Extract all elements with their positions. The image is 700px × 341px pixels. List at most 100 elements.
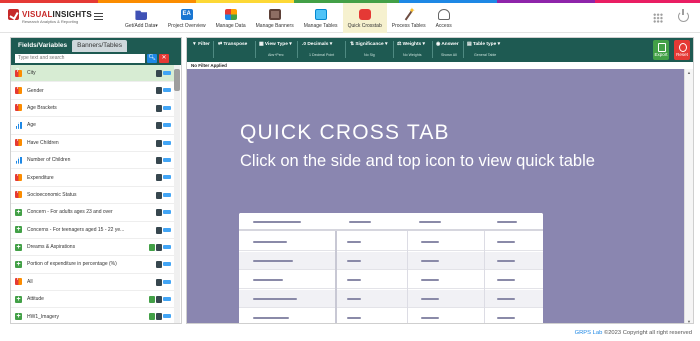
scrollbar-thumb[interactable] bbox=[174, 69, 180, 91]
nav-process-tables[interactable]: Process Tables bbox=[387, 3, 431, 33]
toolbar-divider bbox=[393, 41, 394, 58]
list-item[interactable]: + Concerns - For teenagers aged 15 - 22 … bbox=[11, 222, 175, 239]
clear-search-button[interactable]: ✕ bbox=[159, 53, 169, 63]
nav-get-add-data[interactable]: Get/Add Data▾ bbox=[120, 3, 163, 33]
transpose-button[interactable]: ⇄ Transpose bbox=[218, 42, 247, 47]
categorical-icon bbox=[15, 85, 22, 95]
decimals-dropdown[interactable]: .0 Decimals ▾ bbox=[302, 42, 332, 47]
variable-list-scrollbar[interactable] bbox=[174, 65, 180, 323]
side-badge-icon[interactable] bbox=[156, 278, 162, 286]
menu-toggle-icon[interactable] bbox=[94, 13, 103, 20]
list-item[interactable]: Number of Children bbox=[11, 152, 175, 170]
list-item[interactable]: Age Brackets bbox=[11, 100, 175, 118]
side-badge-icon[interactable] bbox=[156, 122, 162, 130]
scroll-down-icon[interactable]: ▼ bbox=[687, 319, 691, 323]
preview-column-divider bbox=[484, 231, 485, 323]
top-badge-icon[interactable] bbox=[163, 140, 171, 145]
preview-placeholder-line bbox=[253, 260, 293, 262]
expand-group-icon[interactable]: + bbox=[15, 313, 22, 321]
top-badge-icon[interactable] bbox=[163, 314, 171, 319]
preview-placeholder-line bbox=[421, 298, 439, 300]
list-item[interactable]: Socioeconomic Status bbox=[11, 187, 175, 205]
workspace-scrollbar[interactable]: ▲ ▼ bbox=[684, 69, 693, 323]
search-button[interactable]: 🔍︎ bbox=[147, 53, 157, 63]
top-badge-icon[interactable] bbox=[163, 297, 171, 302]
top-badge-icon[interactable] bbox=[163, 105, 171, 110]
categorical-icon bbox=[15, 172, 22, 182]
side-badge-icon[interactable] bbox=[156, 139, 162, 147]
side-badge-icon[interactable] bbox=[156, 243, 162, 251]
list-item[interactable]: + Portion of expenditure in percentage (… bbox=[11, 256, 175, 274]
view-type-dropdown[interactable]: ▦ View Type ▾ bbox=[259, 42, 292, 47]
side-badge-icon[interactable] bbox=[156, 296, 162, 304]
nav-manage-data[interactable]: Manage Data bbox=[211, 3, 251, 33]
footer-brand-link[interactable]: GRPS Lab bbox=[575, 330, 603, 336]
side-badge-icon[interactable] bbox=[156, 174, 162, 182]
top-badge-icon[interactable] bbox=[163, 262, 171, 267]
decimals-value: 1 Decimal Point bbox=[309, 53, 335, 57]
top-badge-icon[interactable] bbox=[163, 88, 171, 93]
list-item[interactable]: + Dreams & Aspirations bbox=[11, 239, 175, 257]
toolbar-divider bbox=[297, 41, 298, 58]
nav-quick-crosstab[interactable]: Quick Crosstab bbox=[342, 3, 387, 33]
filter-button[interactable]: ▼ Filter bbox=[192, 42, 210, 47]
side-badge-icon[interactable] bbox=[156, 313, 162, 321]
grid-badge-icon[interactable] bbox=[149, 243, 155, 251]
side-badge-icon[interactable] bbox=[156, 70, 162, 77]
reset-button[interactable]: Reset bbox=[674, 40, 690, 60]
list-item[interactable]: Age bbox=[11, 117, 175, 135]
top-badge-icon[interactable] bbox=[163, 175, 171, 180]
tab-banners-tables[interactable]: Banners/Tables bbox=[72, 40, 127, 52]
answer-button[interactable]: ◉ Answer bbox=[436, 42, 459, 47]
list-item[interactable]: + HW1_Imagery bbox=[11, 308, 175, 323]
nav-project-overview[interactable]: EA Project Overview bbox=[163, 3, 211, 33]
side-badge-icon[interactable] bbox=[156, 261, 162, 269]
expand-group-icon[interactable]: + bbox=[15, 226, 22, 234]
top-badge-icon[interactable] bbox=[163, 71, 171, 75]
tab-fields-variables[interactable]: Fields/Variables bbox=[13, 40, 73, 52]
variable-search-input[interactable] bbox=[15, 53, 145, 63]
expand-group-icon[interactable]: + bbox=[15, 208, 22, 216]
apps-grid-icon[interactable] bbox=[653, 13, 663, 23]
top-badge-icon[interactable] bbox=[163, 192, 171, 197]
side-badge-icon[interactable] bbox=[156, 191, 162, 199]
list-item[interactable]: Gender bbox=[11, 82, 175, 100]
list-item[interactable]: Have Children bbox=[11, 135, 175, 152]
preview-placeholder-line bbox=[497, 279, 515, 281]
expand-group-icon[interactable]: + bbox=[15, 260, 22, 268]
expand-group-icon[interactable]: + bbox=[15, 243, 22, 251]
grid-badge-icon[interactable] bbox=[149, 296, 155, 304]
table-type-dropdown[interactable]: ▤ Table type ▾ bbox=[467, 42, 500, 47]
significance-dropdown[interactable]: ⇅ Significance ▾ bbox=[350, 42, 387, 47]
logo-check-icon bbox=[8, 9, 19, 20]
list-item[interactable]: + Attitude bbox=[11, 291, 175, 309]
list-item[interactable]: Expenditure bbox=[11, 169, 175, 187]
top-badge-icon[interactable] bbox=[163, 227, 171, 232]
top-badge-icon[interactable] bbox=[163, 210, 171, 215]
grid-badge-icon[interactable] bbox=[149, 313, 155, 321]
nav-manage-banners[interactable]: Manage Banners bbox=[251, 3, 299, 33]
side-badge-icon[interactable] bbox=[156, 87, 162, 95]
toolbar-divider bbox=[213, 41, 214, 58]
top-badge-icon[interactable] bbox=[163, 244, 171, 249]
top-badge-icon[interactable] bbox=[163, 157, 171, 162]
top-badge-icon[interactable] bbox=[163, 123, 171, 128]
expand-group-icon[interactable]: + bbox=[15, 295, 22, 303]
nav-manage-tables[interactable]: Manage Tables bbox=[299, 3, 343, 33]
list-item[interactable]: City bbox=[11, 65, 175, 83]
side-badge-icon[interactable] bbox=[156, 209, 162, 217]
weights-dropdown[interactable]: ⚖ Weights ▾ bbox=[397, 42, 425, 47]
nav-access[interactable]: Access bbox=[431, 3, 457, 33]
export-button[interactable]: Export bbox=[653, 40, 669, 60]
side-badge-icon[interactable] bbox=[156, 104, 162, 112]
page-subtitle: Click on the side and top icon to view q… bbox=[240, 152, 595, 170]
list-item[interactable]: All bbox=[11, 274, 175, 292]
top-badge-icon[interactable] bbox=[163, 279, 171, 284]
side-badge-icon[interactable] bbox=[156, 156, 162, 164]
close-icon: ✕ bbox=[161, 54, 167, 61]
side-badge-icon[interactable] bbox=[156, 226, 162, 234]
scroll-up-icon[interactable]: ▲ bbox=[687, 70, 691, 75]
list-item[interactable]: + Concern - For adults ages 23 and over bbox=[11, 204, 175, 222]
power-icon[interactable] bbox=[678, 9, 689, 22]
banner-icon bbox=[268, 9, 281, 20]
